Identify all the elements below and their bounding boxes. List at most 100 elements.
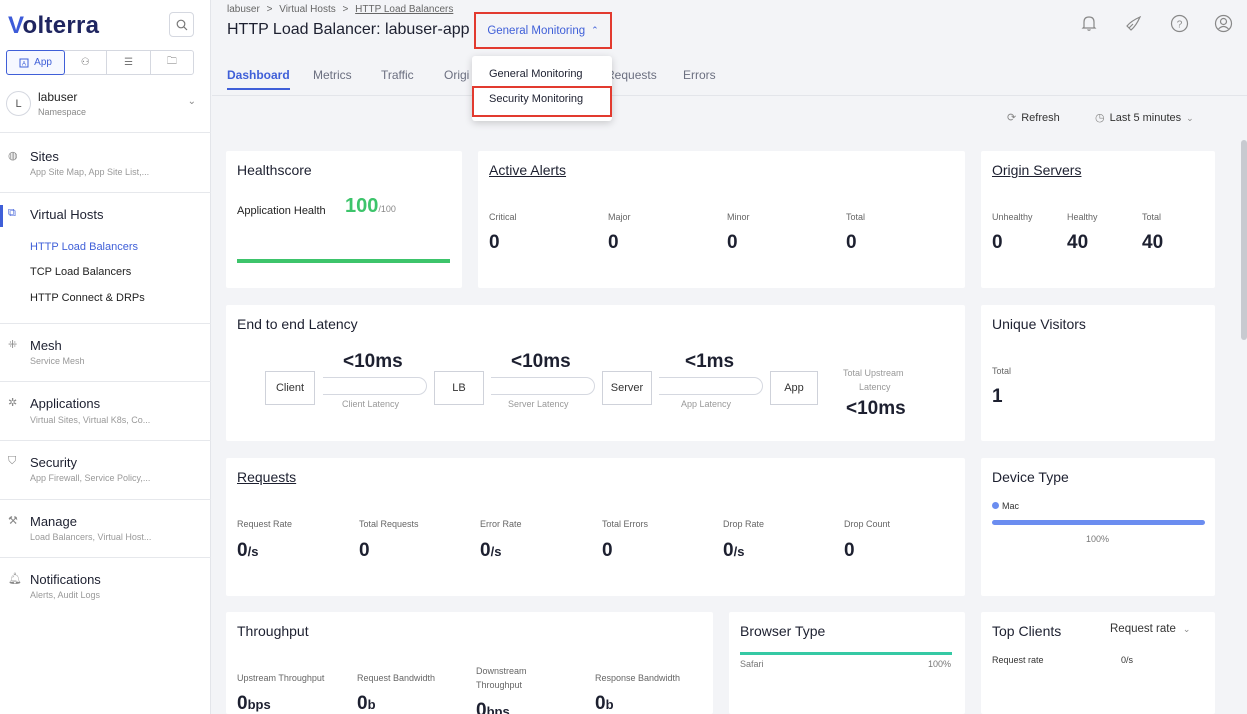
sidebar: Volterra A App ⚇ ☰ 🗀 L labuser Namespace… [0, 0, 211, 714]
latency-node-lb: LB [434, 371, 484, 405]
search-button[interactable] [169, 12, 194, 37]
volterra-logo[interactable]: Volterra [8, 12, 99, 40]
workspace-tab-app[interactable]: A App [6, 50, 66, 75]
shield-icon: ⛉ [8, 455, 17, 467]
latency-value: <1ms [685, 351, 735, 372]
monitoring-dropdown-button[interactable]: General Monitoring ⌃ [474, 12, 612, 49]
metric-value: 0 [727, 232, 738, 253]
latency-connector [659, 377, 763, 395]
nav-tcp-load-balancers[interactable]: TCP Load Balancers [30, 266, 131, 278]
gear-icon: ✲ [8, 397, 18, 409]
option-security-monitoring[interactable]: Security Monitoring [489, 93, 583, 105]
tab-dashboard[interactable]: Dashboard [227, 68, 290, 90]
latency-node-app: App [770, 371, 818, 405]
chevron-down-icon: ⌄ [1182, 624, 1191, 634]
metric-label: Upstream Throughput [237, 673, 325, 683]
card-title: Top Clients [992, 623, 1062, 639]
device-bar [992, 520, 1205, 525]
bell-icon[interactable] [1078, 12, 1100, 34]
top-clients-metric-select[interactable]: Request rate ⌄ [1110, 623, 1190, 635]
tab-metrics[interactable]: Metrics [313, 68, 352, 82]
refresh-label: Refresh [1021, 112, 1060, 124]
help-icon[interactable]: ? [1168, 12, 1190, 34]
nav-mesh-label: Mesh [30, 338, 62, 353]
metric-value: 0/s [480, 540, 502, 561]
workspace-tab-folder[interactable]: 🗀 [151, 51, 193, 74]
main-content: labuser > Virtual Hosts > HTTP Load Bala… [212, 0, 1247, 714]
nav-http-connect-drps[interactable]: HTTP Connect & DRPs [30, 292, 145, 304]
metric-value: 40 [1067, 232, 1089, 253]
monitoring-dropdown-label: General Monitoring [487, 24, 586, 37]
card-title[interactable]: Active Alerts [489, 162, 566, 178]
total-latency-label: Latency [859, 382, 891, 392]
app-icon: A [19, 58, 29, 67]
metric-value: 0/s [237, 540, 259, 561]
card-title[interactable]: Origin Servers [992, 162, 1081, 178]
nav-mesh[interactable]: ⁜ Mesh Service Mesh [0, 323, 211, 381]
nav-sites[interactable]: ◍ Sites App Site Map, App Site List,... [0, 132, 211, 192]
nav-http-load-balancers[interactable]: HTTP Load Balancers [30, 241, 138, 253]
refresh-button[interactable]: ⟳ Refresh [1007, 111, 1060, 124]
metric-label: Response Bandwidth [595, 673, 681, 683]
unique-visitors-card: Unique Visitors Total 1 [981, 305, 1215, 441]
nav-virtual-hosts-label[interactable]: Virtual Hosts [30, 207, 103, 222]
namespace-selector[interactable]: L labuser Namespace ⌄ [6, 88, 206, 124]
latency-value: <10ms [511, 351, 571, 372]
time-range-select[interactable]: ◷ Last 5 minutes ⌄ [1095, 111, 1194, 124]
card-title[interactable]: Requests [237, 469, 296, 485]
metric-label: Total [992, 366, 1012, 376]
svg-text:A: A [22, 61, 26, 67]
option-general-monitoring[interactable]: General Monitoring [489, 68, 583, 80]
metric-label: Total [1142, 212, 1162, 222]
breadcrumb-http-load-balancers[interactable]: HTTP Load Balancers [355, 4, 453, 15]
metric-value: 1 [992, 386, 1003, 407]
latency-label: Client Latency [342, 399, 400, 409]
top-clients-select-label: Request rate [1110, 623, 1176, 635]
metric-label: Critical [489, 212, 517, 222]
throughput-card: Throughput Upstream Throughput Request B… [226, 612, 713, 714]
latency-value: <10ms [343, 351, 403, 372]
tab-traffic[interactable]: Traffic [381, 68, 414, 82]
user-group-icon: ⚇ [80, 57, 90, 68]
latency-node-client: Client [265, 371, 315, 405]
active-nav-indicator [0, 205, 3, 227]
metric-value: 0 [359, 540, 370, 561]
tab-errors[interactable]: Errors [683, 68, 716, 82]
metric-value: 0 [608, 232, 619, 253]
user-profile-icon[interactable] [1212, 12, 1234, 34]
time-range-label: Last 5 minutes [1109, 112, 1182, 124]
page-scrollbar[interactable] [1241, 140, 1247, 340]
browser-type-card: Browser Type Safari 100% [729, 612, 965, 714]
latency-node-server: Server [602, 371, 652, 405]
chevron-up-icon: ⌃ [591, 25, 599, 35]
nav-applications[interactable]: ✲ Applications Virtual Sites, Virtual K8… [0, 381, 211, 440]
nav-security[interactable]: ⛉ Security App Firewall, Service Policy,… [0, 440, 211, 499]
tab-origin-servers[interactable]: Origi [444, 68, 469, 82]
metric-label: Drop Count [844, 519, 891, 529]
wrench-icon: ⚒ [8, 515, 18, 527]
metric-value: 40 [1142, 232, 1164, 253]
requests-card: Requests Request Rate Total Requests Err… [226, 458, 965, 596]
metric-value: 0 [844, 540, 855, 561]
total-latency-label: Total Upstream [843, 368, 904, 378]
metric-label: Request Rate [237, 519, 293, 529]
latency-card: End to end Latency Client LB Server App … [226, 305, 965, 441]
breadcrumb-virtual-hosts[interactable]: Virtual Hosts [279, 4, 336, 15]
breadcrumb-labuser[interactable]: labuser [227, 4, 260, 15]
nav-sites-label: Sites [30, 149, 59, 164]
card-title: Throughput [237, 623, 309, 639]
chevron-down-icon: ⌄ [1186, 113, 1194, 123]
workspace-tab-hierarchy[interactable]: ☰ [107, 51, 151, 74]
origin-servers-card: Origin Servers Unhealthy Healthy Total 0… [981, 151, 1215, 288]
column-header: Request rate [992, 655, 1044, 665]
latency-connector [491, 377, 595, 395]
health-bar [237, 259, 450, 263]
monitoring-dropdown-menu: General Monitoring Security Monitoring [472, 56, 612, 121]
metric-value: 0/s [723, 540, 745, 561]
workspace-tab-users[interactable]: ⚇ [64, 51, 108, 74]
rocket-icon[interactable] [1123, 12, 1145, 34]
nav-applications-sub: Virtual Sites, Virtual K8s, Co... [30, 415, 151, 425]
nav-notifications[interactable]: 🔔︎ Notifications Alerts, Audit Logs [0, 557, 211, 615]
nav-manage[interactable]: ⚒ Manage Load Balancers, Virtual Host... [0, 499, 211, 557]
tab-requests[interactable]: Requests [606, 68, 657, 82]
